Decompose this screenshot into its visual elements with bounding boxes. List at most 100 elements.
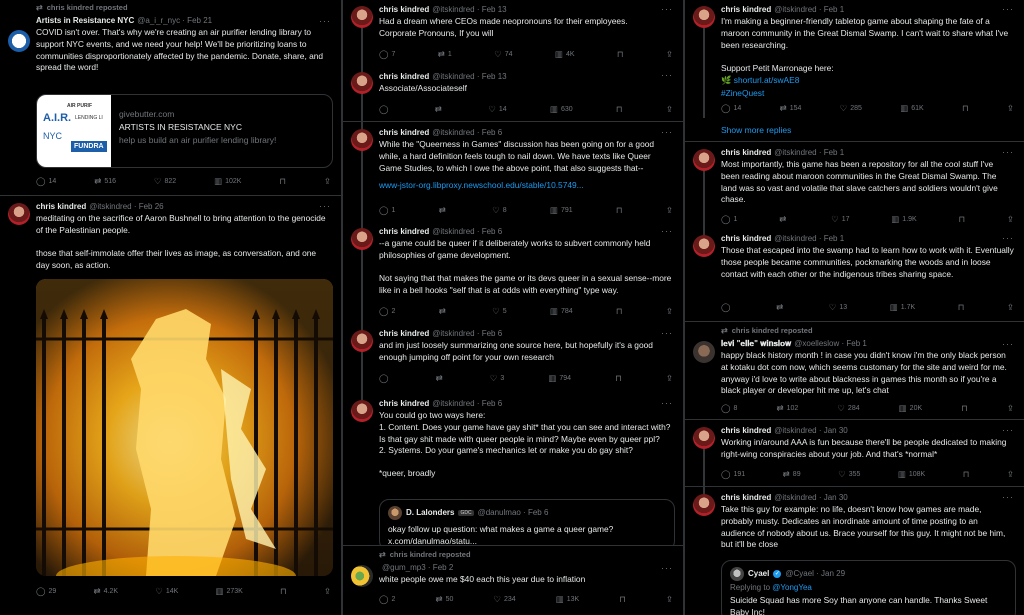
views-button[interactable]: ▥ 61K — [900, 104, 924, 113]
reply-button[interactable]: ◯ 1 — [721, 215, 737, 224]
author-name[interactable]: chris kindred — [379, 128, 429, 138]
like-button[interactable]: ♡ 284 — [837, 404, 859, 413]
author-name[interactable]: chris kindred — [379, 399, 429, 409]
tweet-image[interactable] — [36, 279, 333, 576]
quoted-tweet[interactable]: Cyael ✓ @Cyael · Jan 29 Replying to @Yon… — [721, 560, 1016, 615]
views-button[interactable]: ▥ 13K — [556, 595, 580, 604]
tweet-petit-marronage[interactable]: ··· chris kindred @itskindred · Feb 1 I'm… — [685, 0, 1024, 118]
share-button[interactable]: ⇪ — [666, 307, 673, 316]
views-button[interactable]: ▥ 1.7K — [890, 303, 915, 312]
like-button[interactable]: ♡ 285 — [840, 104, 862, 113]
share-button[interactable]: ⇪ — [1007, 470, 1014, 479]
bookmark-button[interactable]: ⊓ — [958, 303, 965, 312]
views-button[interactable]: ▥ 108K — [898, 470, 925, 479]
tweet-air-nyc[interactable]: ⇄ chris kindred reposted ··· Artists in R… — [0, 0, 341, 196]
like-button[interactable]: ♡ 3 — [490, 374, 505, 383]
author-name[interactable]: chris kindred — [721, 234, 771, 244]
share-button[interactable]: ⇪ — [666, 206, 673, 215]
reply-button[interactable]: ◯ — [721, 303, 734, 312]
author-handle[interactable]: @itskindred · Feb 1 — [774, 148, 844, 158]
bookmark-button[interactable]: ⊓ — [961, 404, 968, 413]
author-handle[interactable]: @itskindred · Feb 13 — [432, 5, 506, 15]
like-button[interactable]: ♡ 13 — [829, 303, 847, 312]
bookmark-button[interactable]: ⊓ — [615, 374, 622, 383]
avatar[interactable] — [351, 400, 373, 422]
bookmark-button[interactable]: ⊓ — [280, 587, 287, 596]
tweet-escaped[interactable]: ··· chris kindred @itskindred · Feb 1 Tho… — [685, 229, 1024, 322]
replying-user-link[interactable]: @YongYea — [772, 583, 812, 592]
repost-button[interactable]: ⇄ 89 — [783, 470, 801, 479]
bookmark-button[interactable]: ⊓ — [962, 104, 969, 113]
like-button[interactable]: ♡ 17 — [831, 215, 849, 224]
avatar[interactable] — [351, 6, 373, 28]
repost-button[interactable]: ⇄ — [435, 105, 445, 114]
author-handle[interactable]: @gum_mp3 · Feb 2 — [382, 563, 453, 573]
views-button[interactable]: ▥ 1.9K — [891, 215, 916, 224]
views-button[interactable]: ▥ 630 — [550, 105, 573, 114]
views-button[interactable]: ▥ 20K — [899, 404, 923, 413]
show-more-replies-link[interactable]: Show more replies — [721, 125, 791, 136]
author-name[interactable]: chris kindred — [721, 493, 771, 503]
repost-button[interactable]: ⇄ — [439, 206, 449, 215]
bookmark-button[interactable]: ⊓ — [963, 470, 970, 479]
avatar[interactable] — [351, 228, 373, 250]
like-button[interactable]: ♡ 14K — [155, 587, 178, 596]
author-handle[interactable]: @itskindred · Jan 30 — [774, 426, 848, 436]
author-name[interactable]: chris kindred — [379, 72, 429, 82]
author-name[interactable]: chris kindred — [721, 426, 771, 436]
tweet-two-ways[interactable]: ··· chris kindred @itskindred · Feb 6 You… — [343, 392, 683, 546]
author-name[interactable]: chris kindred — [379, 329, 429, 339]
repost-button[interactable]: ⇄ — [776, 303, 786, 312]
share-button[interactable]: ⇪ — [666, 374, 673, 383]
like-button[interactable]: ♡ 5 — [492, 307, 507, 316]
author-handle[interactable]: @itskindred · Feb 1 — [774, 234, 844, 244]
quoted-author-handle[interactable]: @Cyael · Jan 29 — [785, 569, 845, 579]
tweet-gum[interactable]: ⇄ chris kindred reposted ··· @gum_mp3 · F… — [343, 547, 683, 615]
author-handle[interactable]: @a_i_r_nyc · Feb 21 — [137, 16, 212, 26]
repost-button[interactable]: ⇄ — [439, 307, 449, 316]
bookmark-button[interactable]: ⊓ — [279, 177, 286, 186]
tweet-aaa[interactable]: ··· chris kindred @itskindred · Jan 30 Wo… — [685, 421, 1024, 487]
quoted-author-name[interactable]: D. Lalonders — [406, 508, 454, 518]
quoted-author-handle[interactable]: @danulmao · Feb 6 — [478, 508, 549, 518]
bookmark-button[interactable]: ⊓ — [616, 206, 623, 215]
avatar[interactable] — [8, 30, 30, 52]
avatar[interactable] — [693, 235, 715, 257]
reply-button[interactable]: ◯ 7 — [379, 50, 395, 59]
share-button[interactable]: ⇪ — [324, 587, 331, 596]
reply-button[interactable]: ◯ 8 — [721, 404, 737, 413]
avatar[interactable] — [693, 494, 715, 516]
tweet-associate[interactable]: ··· chris kindred @itskindred · Feb 13 As… — [343, 66, 683, 122]
avatar[interactable] — [693, 341, 715, 363]
shorturl-link[interactable]: 🌿 shorturl.at/swAE8 — [721, 75, 1014, 87]
tweet-pronouns[interactable]: ··· chris kindred @itskindred · Feb 13 Ha… — [343, 0, 683, 66]
views-button[interactable]: ▥ 102K — [214, 177, 241, 186]
repost-button[interactable]: ⇄ — [436, 374, 446, 383]
author-name[interactable]: 𝐥𝐞𝐯𝐢 "𝐞𝐥𝐥𝐞" 𝐰𝐢𝐧𝐬𝐥𝐨𝐰 — [721, 339, 791, 349]
repost-button[interactable]: ⇄ 1 — [438, 50, 452, 59]
tweet-queerness[interactable]: ··· chris kindred @itskindred · Feb 6 Whi… — [343, 123, 683, 222]
author-name[interactable]: chris kindred — [36, 202, 86, 212]
show-more-row[interactable]: Show more replies — [685, 118, 1024, 142]
views-button[interactable]: ▥ 791 — [550, 206, 573, 215]
reply-button[interactable]: ◯ 2 — [379, 595, 395, 604]
author-handle[interactable]: @itskindred · Jan 30 — [774, 493, 848, 503]
repost-button[interactable]: ⇄ — [779, 215, 789, 224]
reply-button[interactable]: ◯ 14 — [36, 177, 56, 186]
author-name[interactable]: chris kindred — [379, 5, 429, 15]
reply-button[interactable]: ◯ 1 — [379, 206, 395, 215]
reply-button[interactable]: ◯ — [379, 105, 392, 114]
reply-button[interactable]: ◯ 191 — [721, 470, 745, 479]
hashtag-link[interactable]: #ZineQuest — [721, 88, 1014, 100]
avatar[interactable] — [693, 427, 715, 449]
bookmark-button[interactable]: ⊓ — [616, 307, 623, 316]
share-button[interactable]: ⇪ — [1007, 404, 1014, 413]
share-button[interactable]: ⇪ — [1007, 104, 1014, 113]
repost-button[interactable]: ⇄ 154 — [780, 104, 802, 113]
author-handle[interactable]: @itskindred · Feb 6 — [432, 399, 502, 409]
quoted-tweet[interactable]: D. Lalonders GDC @danulmao · Feb 6 okay … — [379, 499, 675, 545]
tweet-repository[interactable]: ··· chris kindred @itskindred · Feb 1 Mos… — [685, 143, 1024, 229]
share-button[interactable]: ⇪ — [666, 105, 673, 114]
like-button[interactable]: ♡ 74 — [494, 50, 512, 59]
bookmark-button[interactable]: ⊓ — [616, 105, 623, 114]
